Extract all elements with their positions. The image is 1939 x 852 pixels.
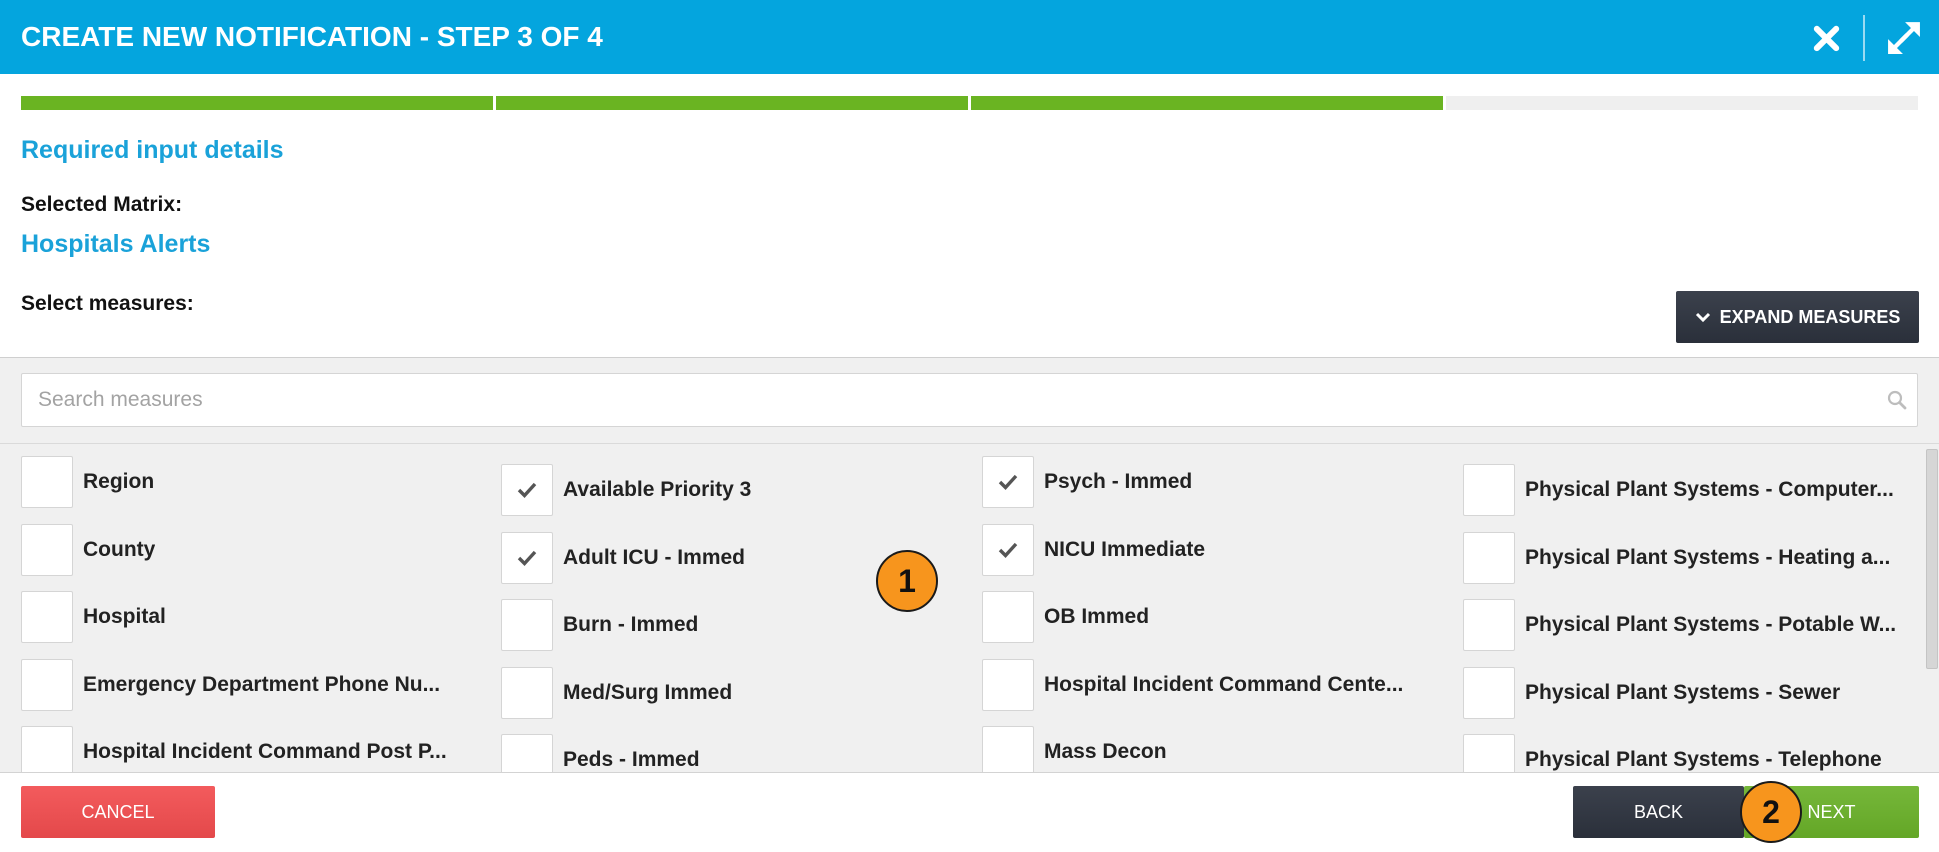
measure-item-available-priority-3[interactable]: Available Priority 3	[501, 464, 971, 532]
measure-item-psych-immed[interactable]: Psych - Immed	[982, 456, 1452, 524]
measure-label-adult-icu-immed: Adult ICU - Immed	[563, 545, 745, 569]
checkmark-icon	[517, 482, 537, 498]
measure-checkbox-burn-immed[interactable]	[501, 599, 553, 651]
measure-item-hospital-incident-command-center[interactable]: Hospital Incident Command Cente...	[982, 658, 1452, 727]
measure-label-physical-plant-computer: Physical Plant Systems - Computer...	[1525, 478, 1894, 501]
measure-label-available-priority-3: Available Priority 3	[563, 478, 752, 501]
measure-checkbox-hospital-incident-command-center[interactable]	[982, 658, 1034, 711]
dialog-footer: CANCEL BACK NEXT	[0, 772, 1939, 852]
measure-item-ob-immed[interactable]: OB Immed	[982, 591, 1452, 659]
measure-item-physical-plant-computer[interactable]: Physical Plant Systems - Computer...	[1463, 464, 1918, 532]
select-measures-label: Select measures:	[21, 292, 194, 315]
measures-scrollbar[interactable]	[1926, 449, 1938, 772]
step-progress-bar	[21, 96, 1918, 110]
annotation-marker-2: 2	[1740, 781, 1802, 843]
expand-measures-button[interactable]: EXPAND MEASURES	[1676, 291, 1919, 343]
chevron-down-icon	[1695, 312, 1710, 323]
close-icon[interactable]	[1812, 24, 1841, 53]
measure-checkbox-available-priority-3[interactable]	[501, 464, 553, 516]
measure-label-burn-immed: Burn - Immed	[563, 613, 699, 636]
checkmark-icon	[998, 542, 1018, 558]
measures-panel: Region County Hospital Emergency Departm…	[0, 357, 1939, 772]
cancel-button[interactable]: CANCEL	[21, 786, 215, 838]
measure-checkbox-nicu-immediate[interactable]	[982, 523, 1034, 576]
measure-item-nicu-immediate[interactable]: NICU Immediate	[982, 523, 1452, 592]
measure-checkbox-mass-decon[interactable]	[982, 726, 1034, 772]
measure-item-physical-plant-potable[interactable]: Physical Plant Systems - Potable W...	[1463, 599, 1918, 667]
measure-item-hospital[interactable]: Hospital	[21, 591, 491, 659]
progress-segment-2	[496, 96, 968, 110]
dialog-title: CREATE NEW NOTIFICATION - STEP 3 OF 4	[21, 21, 603, 52]
measure-checkbox-ob-immed[interactable]	[982, 591, 1034, 643]
measure-checkbox-physical-plant-potable[interactable]	[1463, 599, 1515, 651]
measure-item-physical-plant-heating[interactable]: Physical Plant Systems - Heating a...	[1463, 531, 1918, 600]
progress-segment-1	[21, 96, 493, 110]
back-button[interactable]: BACK	[1573, 786, 1744, 838]
measure-checkbox-emergency-department-phone[interactable]	[21, 658, 73, 711]
measure-item-peds-immed[interactable]: Peds - Immed	[501, 734, 971, 772]
search-icon[interactable]	[1887, 390, 1907, 410]
measure-label-hospital-incident-command-center: Hospital Incident Command Cente...	[1044, 672, 1404, 696]
measure-label-county: County	[83, 537, 156, 561]
measure-checkbox-adult-icu-immed[interactable]	[501, 531, 553, 584]
measure-checkbox-county[interactable]	[21, 523, 73, 576]
measure-checkbox-peds-immed[interactable]	[501, 734, 553, 772]
measures-column-4: Physical Plant Systems - Computer... Phy…	[1463, 464, 1918, 772]
measure-label-physical-plant-heating: Physical Plant Systems - Heating a...	[1525, 545, 1891, 569]
measure-item-county[interactable]: County	[21, 523, 491, 592]
search-box	[21, 373, 1918, 427]
measure-item-physical-plant-sewer[interactable]: Physical Plant Systems - Sewer	[1463, 666, 1918, 735]
measures-column-1: Region County Hospital Emergency Departm…	[21, 456, 491, 772]
checkmark-icon	[998, 474, 1018, 490]
selected-matrix-value: Hospitals Alerts	[21, 230, 211, 258]
progress-segment-3	[971, 96, 1443, 110]
measure-label-med-surg-immed: Med/Surg Immed	[563, 680, 733, 704]
measure-checkbox-physical-plant-telephone[interactable]	[1463, 734, 1515, 772]
measure-item-med-surg-immed[interactable]: Med/Surg Immed	[501, 666, 971, 735]
checkmark-icon	[517, 550, 537, 566]
measure-checkbox-hospital-incident-command-post[interactable]	[21, 726, 73, 772]
section-title: Required input details	[21, 136, 284, 164]
measure-checkbox-med-surg-immed[interactable]	[501, 666, 553, 719]
measure-item-region[interactable]: Region	[21, 456, 491, 524]
measure-label-mass-decon: Mass Decon	[1044, 740, 1167, 763]
header-divider	[1863, 15, 1865, 61]
measure-checkbox-psych-immed[interactable]	[982, 456, 1034, 508]
measures-column-3: Psych - Immed NICU Immediate OB Immed Ho…	[982, 456, 1452, 772]
expand-measures-label: EXPAND MEASURES	[1719, 306, 1901, 327]
measure-label-psych-immed: Psych - Immed	[1044, 470, 1193, 493]
measure-label-hospital-incident-command-post: Hospital Incident Command Post P...	[83, 740, 447, 763]
measure-label-hospital: Hospital	[83, 605, 166, 628]
measure-label-physical-plant-telephone: Physical Plant Systems - Telephone	[1525, 748, 1882, 771]
expand-icon[interactable]	[1887, 21, 1921, 55]
measure-label-emergency-department-phone: Emergency Department Phone Nu...	[83, 672, 441, 696]
measure-label-nicu-immediate: NICU Immediate	[1044, 537, 1206, 561]
measures-scrollbar-thumb[interactable]	[1926, 449, 1938, 669]
measure-item-mass-decon[interactable]: Mass Decon	[982, 726, 1452, 772]
search-input[interactable]	[21, 373, 1918, 427]
measure-checkbox-physical-plant-heating[interactable]	[1463, 531, 1515, 584]
measures-column-2: Available Priority 3 Adult ICU - Immed B…	[501, 464, 971, 772]
measure-item-hospital-incident-command-post[interactable]: Hospital Incident Command Post P...	[21, 726, 491, 772]
dialog-header: CREATE NEW NOTIFICATION - STEP 3 OF 4	[0, 0, 1939, 74]
measure-label-peds-immed: Peds - Immed	[563, 748, 700, 771]
measure-label-physical-plant-sewer: Physical Plant Systems - Sewer	[1525, 680, 1841, 704]
measure-label-ob-immed: OB Immed	[1044, 605, 1150, 628]
selected-matrix-label: Selected Matrix:	[21, 193, 183, 216]
progress-segment-4	[1446, 96, 1918, 110]
measures-list: Region County Hospital Emergency Departm…	[0, 443, 1939, 772]
measure-item-physical-plant-telephone[interactable]: Physical Plant Systems - Telephone	[1463, 734, 1918, 772]
measure-label-physical-plant-potable: Physical Plant Systems - Potable W...	[1525, 613, 1897, 636]
measure-checkbox-physical-plant-sewer[interactable]	[1463, 666, 1515, 719]
annotation-marker-1: 1	[876, 550, 938, 612]
measure-checkbox-hospital[interactable]	[21, 591, 73, 643]
measure-label-region: Region	[83, 470, 155, 493]
measure-checkbox-physical-plant-computer[interactable]	[1463, 464, 1515, 516]
measure-checkbox-region[interactable]	[21, 456, 73, 508]
measure-item-emergency-department-phone[interactable]: Emergency Department Phone Nu...	[21, 658, 491, 727]
